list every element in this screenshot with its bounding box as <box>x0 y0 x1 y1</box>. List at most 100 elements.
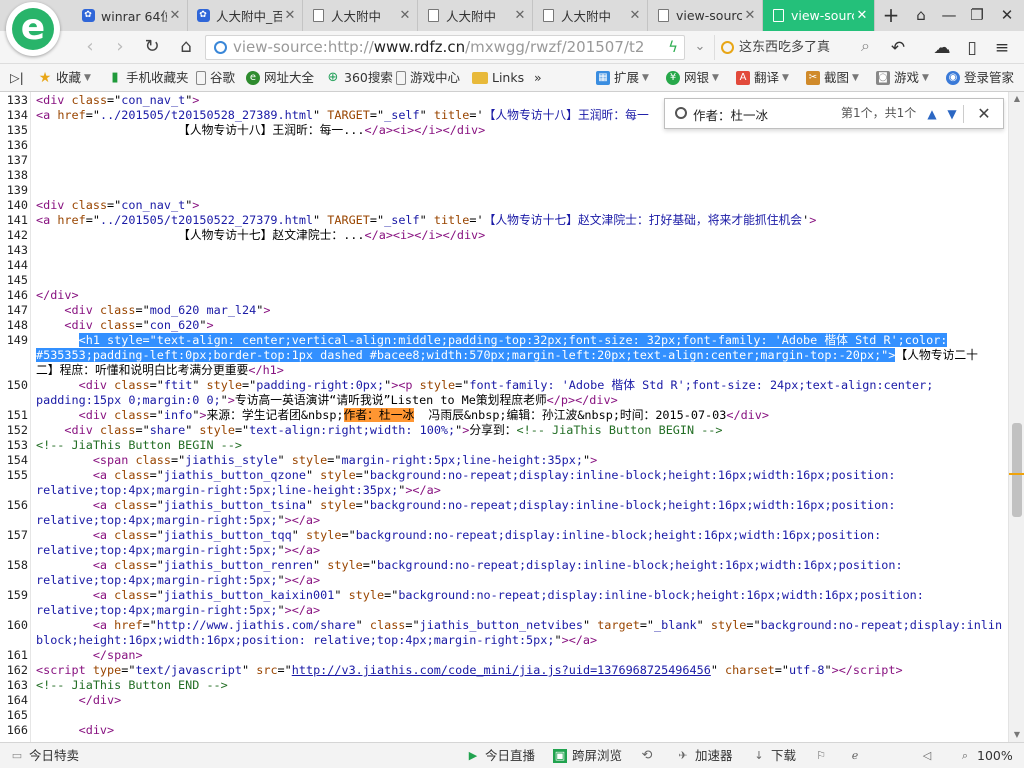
forward-button[interactable]: › <box>108 35 132 59</box>
bookmark-favorites[interactable]: ★ 收藏 ▼ <box>38 64 91 92</box>
close-icon[interactable]: ✕ <box>397 8 413 23</box>
tab-baidu-search[interactable]: ✿ 人大附中_百 ✕ <box>188 0 303 31</box>
online-banking-button[interactable]: ¥ 网银 ▼ <box>666 64 719 92</box>
tab-title: view-sourc <box>676 8 742 23</box>
close-icon[interactable]: ✕ <box>167 8 183 23</box>
find-input[interactable] <box>693 104 833 124</box>
tab-title: 人大附中_百 <box>216 9 282 24</box>
lightning-mode-icon[interactable]: ϟ <box>668 38 678 56</box>
login-manager-button[interactable]: ◉ 登录管家 <box>946 64 1014 92</box>
close-icon[interactable]: ✕ <box>742 8 758 23</box>
tab-rdfz-2[interactable]: 人大附中 ✕ <box>418 0 533 31</box>
search-box[interactable]: 这东西吃多了真 ⌕ <box>714 35 874 60</box>
translate-button[interactable]: A 翻译 ▼ <box>736 64 789 92</box>
skin-icon[interactable]: ⌂ <box>906 0 936 31</box>
close-icon[interactable]: ✕ <box>512 8 528 23</box>
search-input[interactable]: 这东西吃多了真 <box>739 35 849 60</box>
source-line: </div> <box>36 288 79 302</box>
source-line: <a class="jiathis_button_kaixin001" styl… <box>92 588 924 602</box>
minimize-button[interactable]: — <box>934 0 964 31</box>
cloud-sync-icon[interactable]: ☁ <box>930 36 954 60</box>
bookmark-mobile-favorites[interactable]: ▮ 手机收藏夹 <box>108 64 188 92</box>
bookmark-game-center[interactable]: 游戏中心 <box>396 64 460 92</box>
source-line: padding:15px 0;margin:0 0;">专访高一英语演讲“请听我… <box>36 393 618 407</box>
baidu-paw-icon: ✿ <box>196 9 210 23</box>
status-download[interactable]: ↓ 下载 <box>752 743 796 768</box>
tab-view-source-1[interactable]: view-sourc ✕ <box>648 0 763 31</box>
status-flag[interactable]: ⚐ <box>814 743 833 768</box>
address-dropdown-icon[interactable]: ⌄ <box>688 35 712 59</box>
menu-icon[interactable]: ≡ <box>990 36 1014 60</box>
status-history[interactable]: ⟲ <box>640 743 659 768</box>
new-tab-button[interactable]: + <box>876 0 906 31</box>
close-icon[interactable]: ✕ <box>627 8 643 23</box>
mobile-icon[interactable]: ▯ <box>960 36 984 60</box>
status-today-sale[interactable]: ▭ 今日特卖 <box>10 743 79 768</box>
restore-button[interactable]: ❐ <box>962 0 992 31</box>
search-icon <box>675 107 687 119</box>
sidebar-toggle-icon[interactable]: ▷| <box>10 64 24 92</box>
status-accelerator[interactable]: ✈ 加速器 <box>676 743 732 768</box>
home-button[interactable]: ⌂ <box>174 35 198 59</box>
game-icon: ◙ <box>876 71 890 85</box>
status-cross-screen[interactable]: ▣ 跨屏浏览 <box>553 743 622 768</box>
close-icon[interactable]: ✕ <box>854 8 870 23</box>
scroll-up-arrow-icon[interactable]: ▲ <box>1009 92 1024 106</box>
line-number: 143 <box>6 243 28 257</box>
tab-winrar[interactable]: ✿ winrar 64位 ✕ <box>73 0 188 31</box>
address-text[interactable]: view-source:http://www.rdfz.cn/mxwgg/rwz… <box>233 36 643 59</box>
address-bar[interactable]: view-source:http://www.rdfz.cn/mxwgg/rwz… <box>205 35 685 60</box>
line-number: 153 <box>6 438 28 452</box>
close-icon[interactable]: ✕ <box>282 8 298 23</box>
extensions-button[interactable]: ▦ 扩展 ▼ <box>596 64 649 92</box>
games-button[interactable]: ◙ 游戏 ▼ <box>876 64 929 92</box>
bookmarks-overflow-button[interactable]: » <box>534 64 542 92</box>
status-volume[interactable]: ◁ <box>920 743 939 768</box>
toolbar-label: 游戏 <box>894 70 920 85</box>
line-number: 156 <box>6 498 28 512</box>
page-icon <box>771 9 785 23</box>
scroll-down-arrow-icon[interactable]: ▼ <box>1009 728 1024 742</box>
tab-rdfz-3[interactable]: 人大附中 ✕ <box>533 0 648 31</box>
bookmark-360-search[interactable]: ⊕ 360搜索 <box>326 64 393 92</box>
close-window-button[interactable]: ✕ <box>992 0 1022 31</box>
line-number: 134 <box>6 108 28 122</box>
status-label: 下载 <box>771 748 797 763</box>
source-line: <a class="jiathis_button_qzone" style="b… <box>92 468 896 482</box>
bank-icon: ¥ <box>666 71 680 85</box>
bookmark-google[interactable]: 谷歌 <box>196 64 235 92</box>
bookmark-links[interactable]: Links <box>472 64 524 92</box>
line-number: 150 <box>6 378 28 392</box>
360-browser-logo[interactable]: e <box>6 2 60 56</box>
status-ie-mode[interactable]: ℯ <box>848 743 867 768</box>
source-line: <script type="text/javascript" src="http… <box>36 663 903 677</box>
reload-button[interactable]: ↻ <box>140 35 164 59</box>
source-view[interactable]: 133 <div class="con_nav_t"> 134 <a href="..… <box>0 92 1008 742</box>
status-zoom[interactable]: ⌕ 100% <box>958 743 1013 768</box>
find-previous-button[interactable]: ▲ <box>923 105 941 123</box>
vertical-scrollbar[interactable]: ▲ ▼ <box>1008 92 1024 742</box>
scrollbar-thumb[interactable] <box>1012 423 1022 517</box>
close-icon[interactable]: ✕ <box>973 103 995 125</box>
line-number: 155 <box>6 468 28 482</box>
undo-close-icon[interactable]: ↶ <box>886 36 910 60</box>
bookmark-web-directory[interactable]: e 网址大全 <box>246 64 314 92</box>
bookmark-label: 谷歌 <box>210 70 236 85</box>
search-icon[interactable]: ⌕ <box>861 36 870 56</box>
bookmarks-bar: ▷| ★ 收藏 ▼ ▮ 手机收藏夹 谷歌 e 网址大全 ⊕ 360搜索 游戏中心 … <box>0 64 1024 92</box>
tab-view-source-active[interactable]: view-sourc ✕ <box>763 0 875 31</box>
back-button[interactable]: ‹ <box>78 35 102 59</box>
bookmark-label: 收藏 <box>56 70 82 85</box>
chevron-down-icon: ▼ <box>84 73 91 83</box>
screenshot-button[interactable]: ✂ 截图 ▼ <box>806 64 859 92</box>
line-number: 135 <box>6 123 28 137</box>
find-next-button[interactable]: ▼ <box>943 105 961 123</box>
find-match-count: 第1个，共1个 <box>841 106 917 120</box>
tab-rdfz-1[interactable]: 人大附中 ✕ <box>303 0 418 31</box>
page-icon <box>311 9 325 23</box>
search-engine-icon[interactable] <box>721 41 734 54</box>
page-icon <box>656 9 670 23</box>
status-live[interactable]: ▶ 今日直播 <box>466 743 535 768</box>
source-line: relative;top:4px;margin-right:5px;"></a> <box>36 543 321 557</box>
site-info-icon[interactable] <box>214 41 227 54</box>
